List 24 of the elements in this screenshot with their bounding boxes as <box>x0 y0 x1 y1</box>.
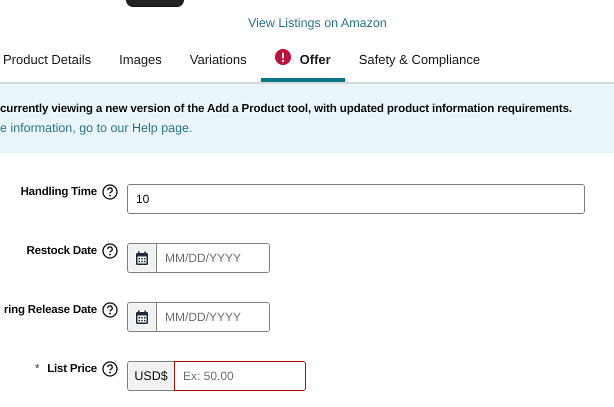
date-field[interactable]: MM/DD/YYYY <box>156 243 270 273</box>
tab[interactable]: Product Details <box>3 36 106 82</box>
help-icon[interactable] <box>102 243 118 259</box>
help-icon[interactable] <box>102 302 118 318</box>
date-field[interactable]: MM/DD/YYYY <box>156 302 270 332</box>
field-label: Handling Time <box>20 186 97 198</box>
handling-time-field[interactable]: 10 <box>127 184 585 214</box>
help-icon[interactable] <box>102 184 118 200</box>
tab[interactable]: Safety & Compliance <box>344 36 494 82</box>
photo-placeholder <box>126 0 184 7</box>
help-icon[interactable] <box>102 361 118 377</box>
calendar-icon[interactable] <box>127 302 156 332</box>
banner-message: currently viewing a new version of the Add a Product tool, with updated product information requirements. <box>0 102 573 115</box>
tab[interactable]: Images <box>105 36 176 82</box>
field-label: ring Release Date <box>4 304 97 316</box>
view-listings-link[interactable]: View Listings on Amazon <box>248 16 387 30</box>
field-label: Restock Date <box>26 245 97 257</box>
tab[interactable]: Variations <box>176 36 261 82</box>
calendar-icon[interactable] <box>127 243 156 273</box>
help-page-link[interactable]: e information, go to our Help page. <box>0 121 192 135</box>
required-asterisk: * <box>34 363 40 375</box>
price-field[interactable]: Ex: 50.00 <box>174 361 306 391</box>
currency-label: USD$ <box>127 361 174 391</box>
field-label: List Price <box>47 363 97 375</box>
